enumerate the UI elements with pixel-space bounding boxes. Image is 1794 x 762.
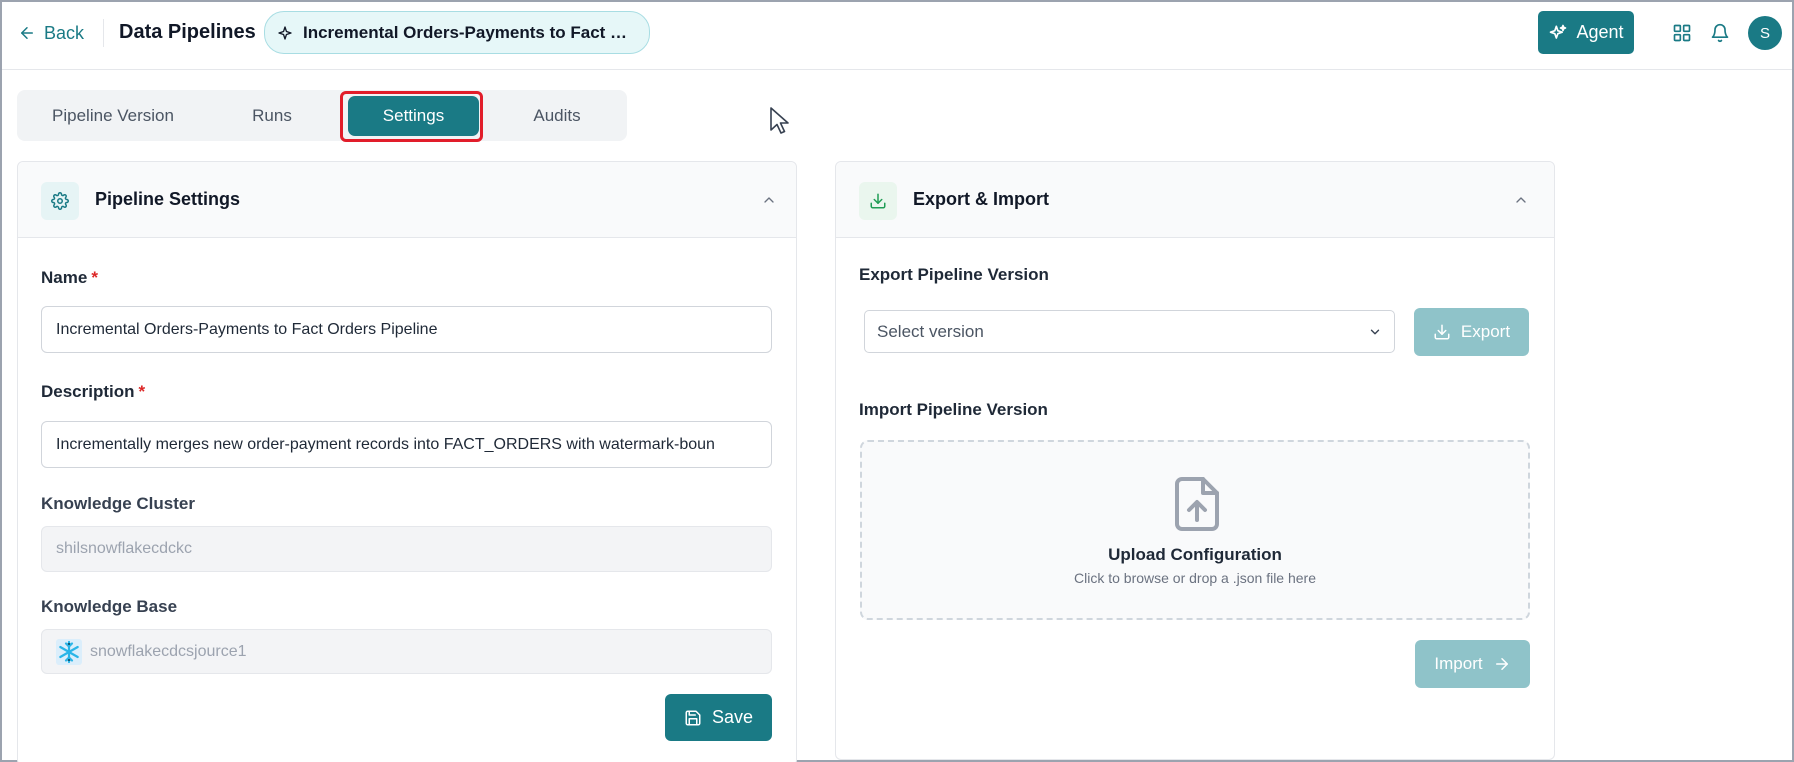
apps-grid-button[interactable] — [1670, 21, 1694, 45]
export-import-header[interactable]: Export & Import — [836, 162, 1554, 238]
bell-icon — [1711, 23, 1729, 43]
pipeline-settings-title: Pipeline Settings — [95, 189, 241, 209]
save-button[interactable]: Save — [665, 694, 772, 741]
agent-label: Agent — [1576, 22, 1624, 42]
header-divider — [103, 19, 104, 47]
back-label: Back — [44, 22, 85, 43]
chevron-up-icon[interactable] — [1513, 192, 1529, 208]
export-button[interactable]: Export — [1414, 308, 1529, 356]
export-import-title: Export & Import — [913, 189, 1050, 209]
grid-icon — [1673, 24, 1691, 42]
settings-icon-box — [41, 182, 79, 220]
name-label: Name * — [41, 268, 98, 288]
gear-icon — [51, 192, 69, 210]
pipeline-name-chip[interactable]: Incremental Orders-Payments to Fact Orde… — [264, 11, 650, 54]
description-label: Description * — [41, 382, 145, 402]
knowledge-cluster-value: shilsnowflakecdckc — [56, 540, 193, 557]
top-bar: Back Data Pipelines Incremental Orders-P… — [2, 2, 1792, 70]
tab-settings[interactable]: Settings — [348, 96, 479, 136]
description-input[interactable]: Incrementally merges new order-payment r… — [41, 421, 772, 468]
knowledge-base-label: Knowledge Base — [41, 597, 178, 616]
required-mark: * — [91, 268, 98, 287]
version-select[interactable]: Select version — [864, 310, 1395, 353]
import-section-label: Import Pipeline Version — [859, 400, 1048, 419]
required-mark: * — [138, 382, 146, 401]
name-label-text: Name — [41, 268, 88, 287]
pipeline-settings-header[interactable]: Pipeline Settings — [18, 162, 796, 238]
upload-hint: Click to browse or drop a .json file her… — [1074, 570, 1316, 586]
tab-pipeline-version[interactable]: Pipeline Version — [17, 90, 209, 141]
pipeline-chip-label: Incremental Orders-Payments to Fact Orde… — [303, 22, 637, 42]
sparkles-icon — [1550, 24, 1567, 39]
import-label: Import — [1434, 654, 1483, 673]
arrow-right-icon — [1495, 658, 1508, 670]
description-value: Incrementally merges new order-payment r… — [56, 435, 715, 453]
back-button[interactable]: Back — [18, 20, 84, 46]
chevron-down-icon — [1370, 329, 1380, 335]
save-label: Save — [711, 707, 754, 727]
chevron-up-icon[interactable] — [761, 192, 777, 208]
import-button[interactable]: Import — [1415, 640, 1530, 688]
name-value: Incremental Orders-Payments to Fact Orde… — [56, 320, 438, 338]
sparkle-icon — [278, 25, 292, 40]
avatar[interactable]: S — [1748, 16, 1782, 50]
knowledge-cluster-label: Knowledge Cluster — [41, 494, 195, 513]
download-icon — [1434, 324, 1450, 340]
tab-runs[interactable]: Runs — [209, 90, 335, 141]
export-icon-box — [859, 182, 897, 220]
export-label: Export — [1460, 322, 1511, 341]
knowledge-base-field: snowflakecdcsjource1 — [41, 629, 772, 674]
name-input[interactable]: Incremental Orders-Payments to Fact Orde… — [41, 306, 772, 353]
knowledge-base-value: snowflakecdcsjource1 — [90, 642, 247, 660]
save-icon — [685, 710, 701, 725]
tab-audits[interactable]: Audits — [492, 90, 622, 141]
upload-title: Upload Configuration — [1108, 545, 1282, 564]
export-section-label: Export Pipeline Version — [859, 265, 1049, 284]
knowledge-cluster-field: shilsnowflakecdckc — [41, 526, 772, 572]
version-select-placeholder: Select version — [877, 321, 984, 341]
tab-bar: Pipeline Version Runs Settings Audits — [17, 90, 627, 141]
snowflake-icon — [56, 638, 82, 665]
file-upload-icon — [1175, 477, 1219, 531]
notifications-button[interactable] — [1708, 21, 1732, 45]
arrow-left-icon — [21, 27, 33, 39]
page-title: Data Pipelines — [119, 21, 256, 43]
upload-dropzone[interactable]: Upload Configuration Click to browse or … — [860, 440, 1530, 620]
agent-button[interactable]: Agent — [1538, 11, 1634, 54]
description-label-text: Description — [41, 382, 135, 401]
mouse-cursor-icon — [770, 107, 789, 134]
download-icon — [870, 193, 886, 209]
